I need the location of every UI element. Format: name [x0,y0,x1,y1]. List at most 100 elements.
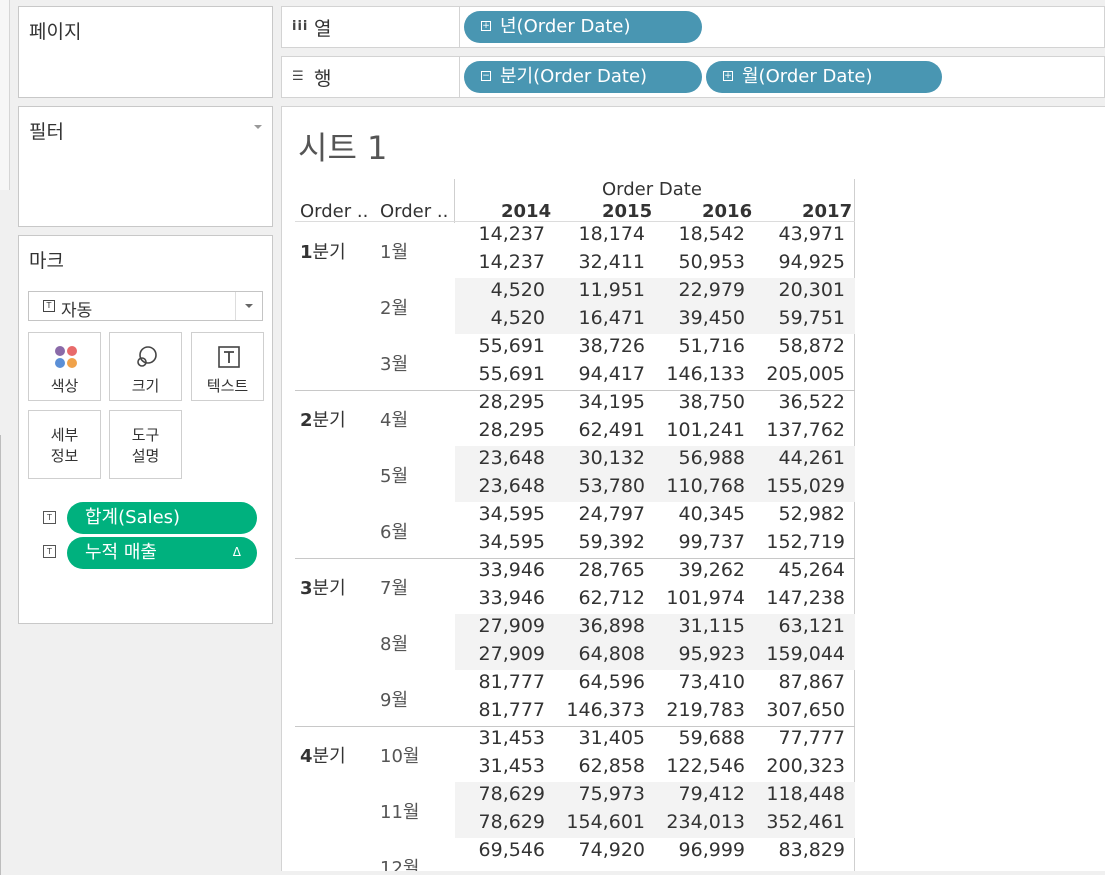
text-button[interactable]: 텍스트 [191,332,264,401]
sales-cell[interactable]: 4,520 [455,279,545,301]
running-sales-cell[interactable]: 78,629 [455,811,545,833]
expand-plus-icon[interactable]: + [723,71,733,81]
running-sales-cell[interactable]: 159,044 [755,643,845,665]
running-sales-cell[interactable]: 33,946 [455,587,545,609]
detail-button[interactable]: 세부 정보 [28,410,101,479]
pages-card[interactable]: 페이지 [18,6,273,98]
row-header-month[interactable]: Order .. [380,201,448,222]
sales-cell[interactable]: 14,237 [455,223,545,245]
sales-cell[interactable]: 59,688 [655,727,745,749]
sales-cell[interactable]: 77,777 [755,727,845,749]
running-sales-cell[interactable]: 205,005 [755,363,845,385]
running-sales-cell[interactable]: 81,777 [455,699,545,721]
sales-cell[interactable]: 11,951 [555,279,645,301]
size-button[interactable]: 크기 [109,332,182,401]
rows-shelf[interactable]: ☰ 행 − 분기(Order Date) + 월(Order Date) [281,56,1105,98]
running-sales-cell[interactable]: 64,808 [555,643,645,665]
expand-plus-icon[interactable]: + [481,21,491,31]
color-button[interactable]: 색상 [28,332,101,401]
running-sales-cell[interactable]: 307,650 [755,699,845,721]
running-sales-cell[interactable]: 122,546 [655,755,745,777]
month-label[interactable]: 5월 [380,462,408,488]
sales-cell[interactable]: 36,522 [755,391,845,413]
month-label[interactable]: 8월 [380,630,408,656]
sales-cell[interactable]: 40,345 [655,503,745,525]
running-sales-cell[interactable]: 39,450 [655,307,745,329]
running-sales-cell[interactable]: 94,417 [555,363,645,385]
sales-cell[interactable]: 31,405 [555,727,645,749]
running-sales-cell[interactable]: 200,323 [755,755,845,777]
filters-dropdown-caret-icon[interactable] [254,125,262,129]
running-sales-cell[interactable]: 32,411 [555,251,645,273]
sales-cell[interactable]: 55,691 [455,335,545,357]
sales-cell[interactable]: 45,264 [755,559,845,581]
sales-cell[interactable]: 96,999 [655,839,745,861]
running-sales-cell[interactable]: 23,648 [455,475,545,497]
running-sales-cell[interactable]: 137,762 [755,419,845,441]
pill-quarter-order-date[interactable]: − 분기(Order Date) [464,61,702,93]
sales-cell[interactable]: 23,648 [455,447,545,469]
sales-cell[interactable]: 38,726 [555,335,645,357]
sales-cell[interactable]: 64,596 [555,671,645,693]
worksheet-view[interactable]: 시트 1 Order Date Order .. Order .. 2014 2… [281,106,1105,871]
running-sales-cell[interactable]: 14,237 [455,251,545,273]
quarter-label[interactable]: 2분기 [300,406,346,432]
sales-cell[interactable]: 33,946 [455,559,545,581]
sales-cell[interactable]: 20,301 [755,279,845,301]
sales-cell[interactable]: 31,115 [655,615,745,637]
sales-cell[interactable]: 22,979 [655,279,745,301]
sales-cell[interactable]: 18,174 [555,223,645,245]
running-sales-cell[interactable]: 59,392 [555,531,645,553]
quarter-label[interactable]: 1분기 [300,238,346,264]
sales-cell[interactable]: 69,546 [455,839,545,861]
running-sales-cell[interactable]: 146,133 [655,363,745,385]
sales-cell[interactable]: 87,867 [755,671,845,693]
sales-cell[interactable]: 44,261 [755,447,845,469]
field-pill-running-sales[interactable]: 누적 매출 Δ [67,537,257,569]
filters-card[interactable]: 필터 [18,106,273,227]
month-label[interactable]: 9월 [380,686,408,712]
running-sales-cell[interactable]: 50,953 [655,251,745,273]
running-sales-cell[interactable]: 101,974 [655,587,745,609]
sales-cell[interactable]: 83,829 [755,839,845,861]
sales-cell[interactable]: 24,797 [555,503,645,525]
running-sales-cell[interactable]: 28,295 [455,419,545,441]
month-label[interactable]: 7월 [380,574,408,600]
pill-month-order-date[interactable]: + 월(Order Date) [706,61,942,93]
sales-cell[interactable]: 28,295 [455,391,545,413]
pill-year-order-date[interactable]: + 년(Order Date) [464,11,702,43]
mark-type-select[interactable]: T 자동 [28,291,263,321]
collapse-minus-icon[interactable]: − [481,71,491,81]
sales-cell[interactable]: 27,909 [455,615,545,637]
running-sales-cell[interactable]: 59,751 [755,307,845,329]
sales-cell[interactable]: 31,453 [455,727,545,749]
month-label[interactable]: 2월 [380,294,408,320]
running-sales-cell[interactable]: 154,601 [555,811,645,833]
month-label[interactable]: 4월 [380,406,408,432]
running-sales-cell[interactable]: 219,783 [655,699,745,721]
sales-cell[interactable]: 34,195 [555,391,645,413]
month-label[interactable]: 11월 [380,798,419,824]
field-pill-sales[interactable]: 합계(Sales) [67,502,257,534]
month-label[interactable]: 12월 [380,854,419,871]
running-sales-cell[interactable]: 27,909 [455,643,545,665]
sales-cell[interactable]: 74,920 [555,839,645,861]
sales-cell[interactable]: 81,777 [455,671,545,693]
tooltip-button[interactable]: 도구 설명 [109,410,182,479]
sales-cell[interactable]: 56,988 [655,447,745,469]
sales-cell[interactable]: 28,765 [555,559,645,581]
sales-cell[interactable]: 118,448 [755,783,845,805]
sales-cell[interactable]: 79,412 [655,783,745,805]
columns-shelf[interactable]: iii 열 + 년(Order Date) [281,6,1105,48]
running-sales-cell[interactable]: 62,712 [555,587,645,609]
sales-cell[interactable]: 38,750 [655,391,745,413]
month-label[interactable]: 6월 [380,518,408,544]
running-sales-cell[interactable]: 55,691 [455,363,545,385]
running-sales-cell[interactable]: 34,595 [455,531,545,553]
sales-cell[interactable]: 39,262 [655,559,745,581]
sales-cell[interactable]: 51,716 [655,335,745,357]
sales-cell[interactable]: 52,982 [755,503,845,525]
running-sales-cell[interactable]: 53,780 [555,475,645,497]
row-header-quarter[interactable]: Order .. [300,201,368,222]
month-label[interactable]: 10월 [380,742,419,768]
